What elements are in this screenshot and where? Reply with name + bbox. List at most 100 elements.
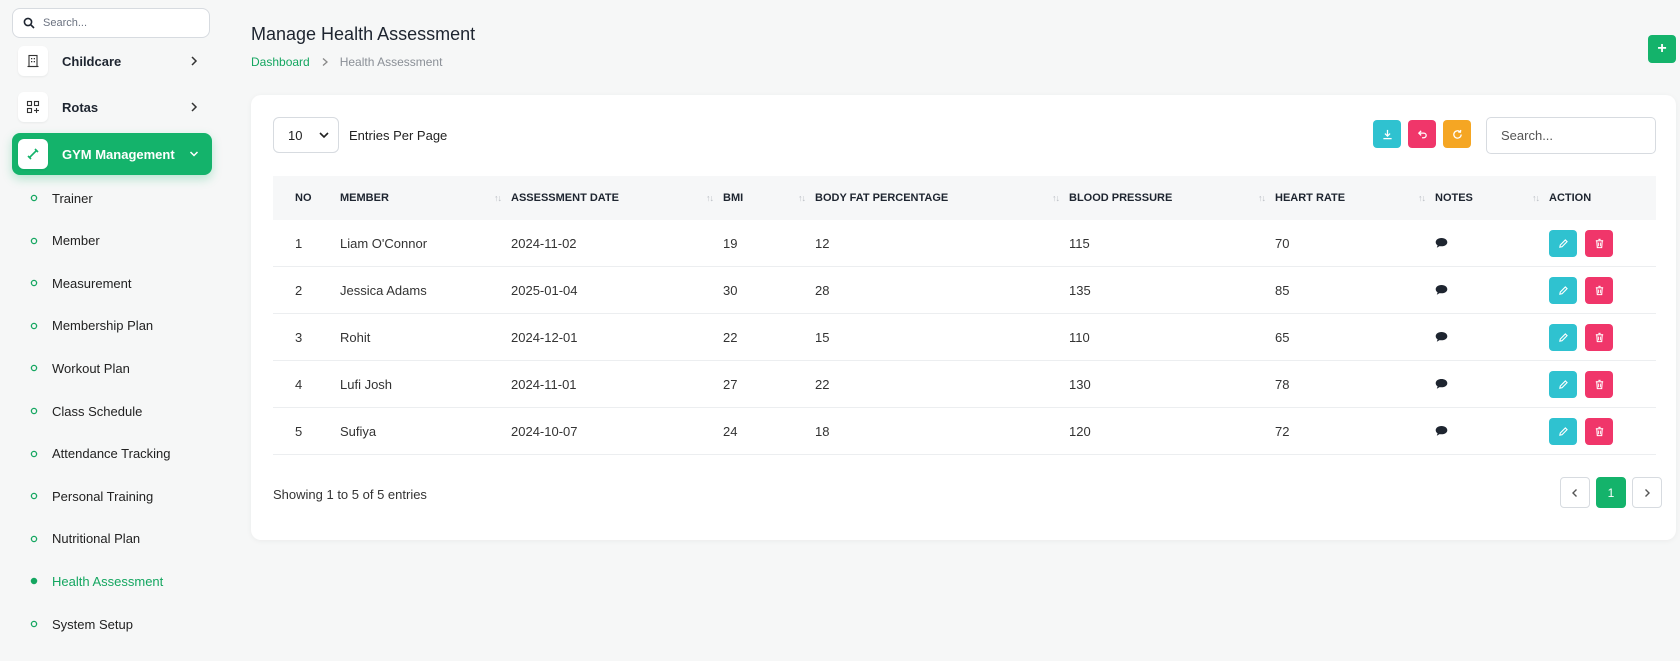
sidebar-group-label: GYM Management bbox=[62, 146, 175, 162]
cell-member: Rohit bbox=[340, 329, 371, 345]
cell-body-fat: 12 bbox=[815, 235, 830, 251]
column-header-action: ACTION bbox=[1549, 176, 1656, 220]
cell-no: 4 bbox=[295, 376, 303, 392]
sort-icon[interactable]: ↑↓ bbox=[1532, 193, 1540, 203]
cell-blood-pressure: 130 bbox=[1069, 376, 1091, 392]
plus-icon: + bbox=[1657, 40, 1667, 57]
comment-icon[interactable] bbox=[1435, 284, 1448, 296]
sidebar-item-attendance-tracking[interactable]: Attendance Tracking bbox=[30, 443, 171, 465]
sidebar-item-personal-training[interactable]: Personal Training bbox=[30, 485, 153, 507]
sidebar-search[interactable] bbox=[12, 8, 210, 38]
cell-assessment-date: 2024-12-01 bbox=[511, 329, 578, 345]
sort-icon[interactable]: ↑↓ bbox=[494, 193, 502, 203]
sidebar-item-measurement[interactable]: Measurement bbox=[30, 272, 131, 294]
cell-bmi: 19 bbox=[723, 235, 738, 251]
sidebar-item-class-schedule[interactable]: Class Schedule bbox=[30, 400, 142, 422]
cell-bmi: 30 bbox=[723, 282, 738, 298]
sidebar-item-childcare[interactable]: Childcare bbox=[12, 40, 212, 82]
sidebar-item-rotas[interactable]: Rotas bbox=[12, 86, 212, 128]
edit-button[interactable] bbox=[1549, 417, 1577, 445]
reset-button[interactable] bbox=[1408, 120, 1436, 148]
sidebar-group-label: Childcare bbox=[62, 53, 122, 69]
edit-button[interactable] bbox=[1549, 276, 1577, 304]
page-title: Manage Health Assessment bbox=[251, 24, 476, 44]
table-row: 4 Lufi Josh 2024-11-01 27 22 130 78 bbox=[273, 361, 1656, 408]
delete-button[interactable] bbox=[1585, 276, 1613, 304]
sort-icon[interactable]: ↑↓ bbox=[1052, 193, 1060, 203]
cell-no: 1 bbox=[295, 235, 303, 251]
pencil-icon bbox=[1558, 285, 1568, 295]
sidebar-item-workout-plan[interactable]: Workout Plan bbox=[30, 357, 130, 379]
add-button[interactable]: + bbox=[1648, 35, 1676, 63]
comment-icon[interactable] bbox=[1435, 378, 1448, 390]
column-header-assessment-date[interactable]: ASSESSMENT DATE ↑↓ bbox=[511, 176, 723, 220]
refresh-button[interactable] bbox=[1443, 120, 1471, 148]
edit-button[interactable] bbox=[1549, 229, 1577, 257]
sort-icon[interactable]: ↑↓ bbox=[706, 193, 714, 203]
cell-notes bbox=[1435, 314, 1549, 360]
cell-body-fat: 22 bbox=[815, 376, 830, 392]
cell-action bbox=[1549, 220, 1656, 266]
entries-select[interactable]: 10 bbox=[273, 117, 339, 153]
sort-icon[interactable]: ↑↓ bbox=[798, 193, 806, 203]
bullet-icon bbox=[30, 578, 38, 585]
download-button[interactable] bbox=[1373, 120, 1401, 148]
delete-button[interactable] bbox=[1585, 323, 1613, 351]
pagination: 1 bbox=[1554, 477, 1662, 508]
bullet-icon bbox=[30, 535, 38, 543]
column-header-body-fat[interactable]: BODY FAT PERCENTAGE ↑↓ bbox=[815, 176, 1069, 220]
sidebar-item-member[interactable]: Member bbox=[30, 230, 100, 252]
column-header-notes[interactable]: NOTES ↑↓ bbox=[1435, 176, 1549, 220]
bullet-icon bbox=[30, 450, 38, 457]
comment-icon[interactable] bbox=[1435, 425, 1448, 437]
chevron-left-icon bbox=[1572, 488, 1577, 497]
cell-no: 2 bbox=[295, 282, 303, 298]
sidebar-item-gym-management[interactable]: GYM Management bbox=[12, 133, 212, 175]
edit-button[interactable] bbox=[1549, 370, 1577, 398]
comment-icon[interactable] bbox=[1435, 331, 1448, 343]
table-search-input[interactable] bbox=[1486, 117, 1656, 154]
sidebar-item-trainer[interactable]: Trainer bbox=[30, 187, 93, 209]
dumbbell-icon bbox=[18, 139, 48, 169]
cell-action bbox=[1549, 408, 1656, 454]
chevron-right-icon bbox=[322, 58, 328, 66]
trash-icon bbox=[1595, 379, 1603, 389]
entries-value: 10 bbox=[288, 127, 303, 143]
delete-button[interactable] bbox=[1585, 370, 1613, 398]
sidebar-item-nutritional-plan[interactable]: Nutritional Plan bbox=[30, 528, 140, 550]
sidebar-item-health-assessment[interactable]: Health Assessment bbox=[30, 570, 163, 592]
cell-bmi: 22 bbox=[723, 329, 738, 345]
delete-button[interactable] bbox=[1585, 229, 1613, 257]
edit-button[interactable] bbox=[1549, 323, 1577, 351]
cell-action bbox=[1549, 361, 1656, 407]
breadcrumb: Dashboard Health Assessment bbox=[251, 55, 442, 69]
cell-action bbox=[1549, 267, 1656, 313]
prev-page-button[interactable] bbox=[1560, 477, 1590, 508]
sidebar-search-input[interactable] bbox=[43, 17, 193, 29]
chevron-down-icon bbox=[189, 151, 199, 157]
column-label: HEART RATE bbox=[1275, 192, 1346, 204]
breadcrumb-dashboard-link[interactable]: Dashboard bbox=[251, 55, 310, 69]
sidebar-item-label: Measurement bbox=[52, 275, 132, 291]
cell-assessment-date: 2024-11-01 bbox=[511, 376, 577, 392]
cell-body-fat: 18 bbox=[815, 423, 830, 439]
column-label: ACTION bbox=[1549, 192, 1592, 204]
delete-button[interactable] bbox=[1585, 417, 1613, 445]
sort-icon[interactable]: ↑↓ bbox=[1258, 193, 1266, 203]
cell-blood-pressure: 115 bbox=[1069, 235, 1090, 251]
sidebar-item-system-setup[interactable]: System Setup bbox=[30, 613, 133, 635]
column-header-heart-rate[interactable]: HEART RATE ↑↓ bbox=[1275, 176, 1435, 220]
comment-icon[interactable] bbox=[1435, 237, 1448, 249]
sidebar-item-membership-plan[interactable]: Membership Plan bbox=[30, 315, 153, 337]
sort-icon[interactable]: ↑↓ bbox=[1418, 193, 1426, 203]
column-header-bmi[interactable]: BMI ↑↓ bbox=[723, 176, 815, 220]
chevron-down-icon bbox=[319, 132, 330, 139]
next-page-button[interactable] bbox=[1632, 477, 1662, 508]
refresh-icon bbox=[1452, 129, 1462, 139]
cell-notes bbox=[1435, 267, 1549, 313]
page-button-1[interactable]: 1 bbox=[1596, 477, 1626, 508]
column-header-blood-pressure[interactable]: BLOOD PRESSURE ↑↓ bbox=[1069, 176, 1275, 220]
trash-icon bbox=[1595, 426, 1603, 436]
cell-body-fat: 15 bbox=[815, 329, 830, 345]
column-header-member[interactable]: MEMBER ↑↓ bbox=[340, 176, 511, 220]
